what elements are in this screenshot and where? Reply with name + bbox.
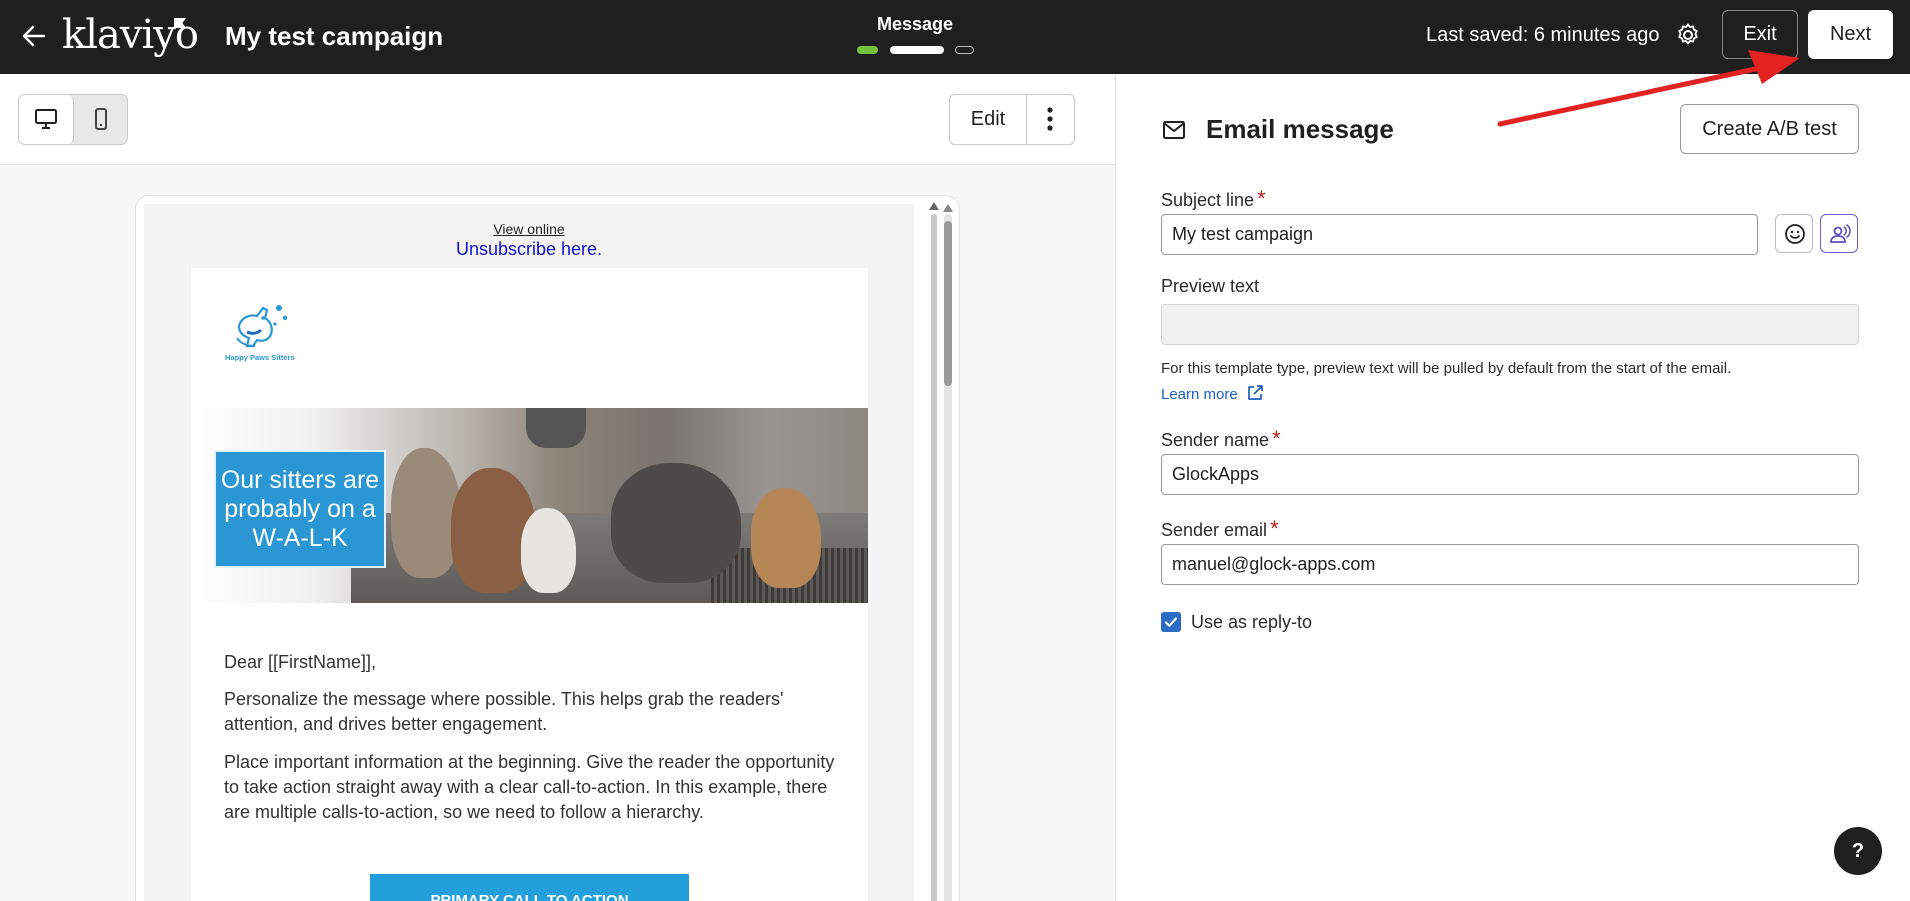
view-mode-toggle xyxy=(18,94,128,145)
mobile-icon xyxy=(95,108,107,130)
sender-email-label-text: Sender email xyxy=(1161,520,1268,540)
email-paragraph-1: Personalize the message where possible. … xyxy=(224,689,784,734)
external-link-icon xyxy=(1248,385,1263,400)
reply-to-checkbox[interactable] xyxy=(1161,612,1181,632)
more-options-button[interactable] xyxy=(1027,95,1074,144)
person-voice-icon xyxy=(1830,224,1851,243)
sender-email-input[interactable] xyxy=(1161,544,1859,585)
smiley-icon xyxy=(1785,224,1805,244)
brand-logo-image: Happy Paws Sitters xyxy=(225,305,295,362)
subject-line-input[interactable] xyxy=(1161,214,1758,255)
email-paragraph-2: Place important information at the begin… xyxy=(224,752,835,822)
unsubscribe-link[interactable]: Unsubscribe here. xyxy=(144,239,914,260)
create-ab-test-button[interactable]: Create A/B test xyxy=(1680,104,1859,154)
view-online-link[interactable]: View online xyxy=(144,221,914,237)
email-preview-area: View online Unsubscribe here. Happy Paws… xyxy=(0,165,1115,901)
help-button[interactable]: ? xyxy=(1834,827,1882,875)
step-label: Message xyxy=(876,14,954,34)
scroll-thumb[interactable] xyxy=(944,221,952,386)
dog-shape xyxy=(391,448,461,578)
preview-scrollbar[interactable] xyxy=(919,196,959,901)
emoji-button[interactable] xyxy=(1775,214,1813,253)
kebab-menu-icon xyxy=(1047,107,1053,131)
email-body: Happy Paws Sitters Our sitters are proba… xyxy=(191,268,868,901)
step-3-indicator xyxy=(955,46,974,54)
message-settings-panel: Email message Create A/B test Subject li… xyxy=(1115,74,1910,901)
checkmark-icon xyxy=(1164,617,1178,627)
preview-text-label: Preview text xyxy=(1161,276,1260,296)
email-preview-frame: View online Unsubscribe here. Happy Paws… xyxy=(135,195,960,901)
desktop-icon xyxy=(35,109,57,129)
step-1-indicator xyxy=(857,46,878,54)
scroll-up-arrow-icon[interactable] xyxy=(929,202,939,210)
top-bar: klaviyo My test campaign Message Last sa… xyxy=(0,0,1910,74)
edit-button[interactable]: Edit xyxy=(950,95,1027,144)
hero-headline: Our sitters are probably on a W-A-L-K xyxy=(214,450,386,568)
campaign-title: My test campaign xyxy=(225,21,444,51)
reply-to-label[interactable]: Use as reply-to xyxy=(1191,612,1312,633)
dog-shape xyxy=(751,488,821,588)
preview-text-help: For this template type, preview text wil… xyxy=(1161,360,1732,377)
exit-button[interactable]: Exit xyxy=(1722,10,1798,59)
outer-scroll-track xyxy=(931,214,937,901)
dog-shape xyxy=(521,508,576,593)
preview-toolbar: Edit xyxy=(0,74,1115,165)
mobile-view-button[interactable] xyxy=(74,95,127,144)
sender-name-input[interactable] xyxy=(1161,454,1859,495)
sender-name-label-text: Sender name xyxy=(1161,430,1270,450)
required-marker: * xyxy=(1272,426,1281,451)
email-canvas: View online Unsubscribe here. Happy Paws… xyxy=(144,204,914,901)
sender-email-label: Sender email * xyxy=(1161,516,1279,542)
next-button[interactable]: Next xyxy=(1808,10,1893,59)
subject-line-label-text: Subject line xyxy=(1161,190,1255,210)
primary-cta-button[interactable]: PRIMARY CALL TO ACTION xyxy=(370,874,689,901)
mail-icon xyxy=(1163,121,1185,139)
back-arrow-icon[interactable] xyxy=(20,22,48,50)
learn-more-label: Learn more xyxy=(1161,386,1238,403)
personalization-button[interactable] xyxy=(1820,214,1858,253)
scroll-up-arrow-icon[interactable] xyxy=(943,204,953,212)
panel-heading: Email message xyxy=(1206,114,1394,144)
dog-shape xyxy=(611,463,741,583)
person-legs-shape xyxy=(526,408,586,448)
edit-button-group: Edit xyxy=(949,94,1075,145)
required-marker: * xyxy=(1270,516,1279,541)
desktop-view-button[interactable] xyxy=(19,95,74,144)
learn-more-link[interactable]: Learn more xyxy=(1161,384,1264,403)
step-2-indicator xyxy=(890,46,944,54)
sender-name-label: Sender name * xyxy=(1161,426,1281,452)
svg-text:Happy Paws Sitters: Happy Paws Sitters xyxy=(225,353,295,362)
preview-text-input[interactable] xyxy=(1161,304,1859,345)
email-greeting: Dear [[FirstName]], xyxy=(224,652,377,672)
gear-icon[interactable] xyxy=(1675,22,1701,48)
required-marker: * xyxy=(1257,186,1266,211)
hero-image: Our sitters are probably on a W-A-L-K xyxy=(191,408,868,603)
last-saved-status: Last saved: 6 minutes ago xyxy=(1426,24,1660,46)
subject-line-label: Subject line * xyxy=(1161,186,1266,212)
